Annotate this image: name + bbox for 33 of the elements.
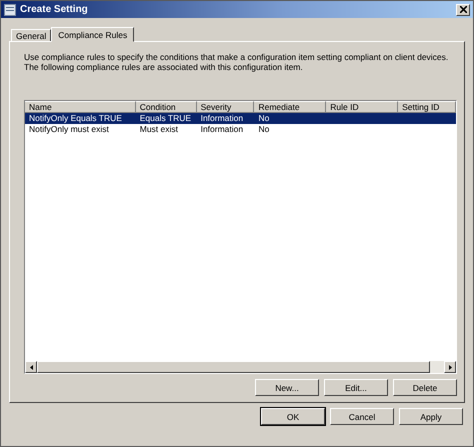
column-header[interactable]: Severity (196, 101, 254, 113)
table-cell-text: Must exist (138, 124, 179, 135)
left-arrow-icon (30, 364, 32, 370)
list-action-button[interactable]: New... (255, 379, 319, 396)
window-title: Create Setting (20, 4, 89, 15)
close-icon (460, 6, 466, 13)
list-row[interactable]: NotifyOnly Equals TRUE Equals TRUE Information No (25, 113, 456, 124)
list-action-button[interactable]: Delete (393, 379, 457, 396)
close-button[interactable] (456, 4, 470, 16)
right-arrow-icon (448, 364, 452, 370)
scroll-left-button[interactable] (25, 361, 37, 373)
dialog-button[interactable]: Apply (399, 408, 463, 425)
table-cell-text: Equals TRUE (138, 113, 192, 124)
column-header[interactable]: Name (25, 101, 136, 113)
list-action-button[interactable]: Edit... (324, 379, 388, 396)
column-header[interactable]: Setting ID (398, 101, 456, 113)
table-cell-text: No (257, 124, 270, 135)
table-cell-text: No (257, 113, 270, 124)
dialog-button[interactable]: OK (261, 408, 325, 425)
window-icon (4, 4, 16, 16)
description-text: Use compliance rules to specify the conditions that make a configuration item setting compliant on client devices. The following compliance rules are associated with this configuration item. (24, 52, 450, 72)
dialog-button[interactable]: Cancel (330, 408, 394, 425)
table-cell-text: Information (200, 124, 244, 135)
table-cell-text: Information (200, 113, 244, 124)
column-header[interactable]: Remediate (254, 101, 326, 113)
table-cell-text: NotifyOnly must exist (28, 124, 110, 135)
scroll-right-button[interactable] (444, 361, 456, 373)
column-header[interactable]: Rule ID (326, 101, 398, 113)
tab[interactable]: General (11, 29, 52, 42)
column-header[interactable]: Condition (136, 101, 197, 113)
list-row[interactable]: NotifyOnly must exist Must exist Information No (25, 124, 456, 135)
table-cell-text: NotifyOnly Equals TRUE (28, 113, 123, 124)
tab[interactable]: Compliance Rules (51, 27, 134, 42)
